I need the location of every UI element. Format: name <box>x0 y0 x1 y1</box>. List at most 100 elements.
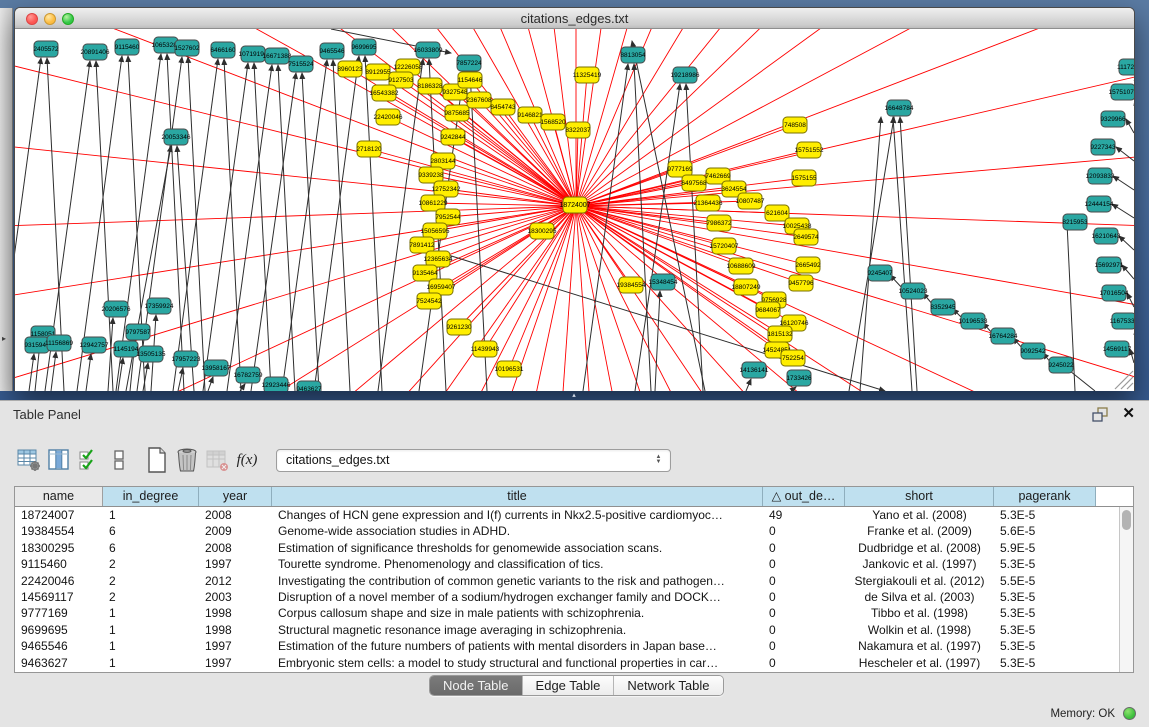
graph-node[interactable]: 8322037 <box>565 122 591 138</box>
table-cell[interactable]: Hescheler et al. (1997) <box>845 655 994 671</box>
table-cell[interactable]: 0 <box>763 540 845 556</box>
table-cell[interactable]: 5.3E-5 <box>994 507 1096 523</box>
table-cell[interactable]: 1 <box>103 605 199 621</box>
column-header-pagerank[interactable]: pagerank <box>994 487 1096 506</box>
delete-table-button[interactable] <box>172 445 202 475</box>
close-panel-icon[interactable]: ✕ <box>1122 404 1135 422</box>
float-panel-icon[interactable] <box>1092 407 1109 423</box>
row-options-button[interactable] <box>104 445 134 475</box>
graph-node[interactable]: 752254 <box>781 350 805 366</box>
graph-node[interactable]: 7515524 <box>288 56 314 72</box>
table-row[interactable]: 911546021997Tourette syndrome. Phenomeno… <box>15 556 1119 572</box>
tab-node-table[interactable]: Node Table <box>430 676 523 695</box>
graph-node[interactable]: 8912955 <box>365 64 391 80</box>
table-cell[interactable]: 1997 <box>199 638 272 654</box>
table-cell[interactable]: Jankovic et al. (1997) <box>845 556 994 572</box>
table-cell[interactable]: 1 <box>103 655 199 671</box>
network-canvas[interactable]: 2405572208914069115460106532871527602646… <box>15 29 1134 391</box>
graph-node[interactable]: 18807249 <box>732 279 761 295</box>
column-header-name[interactable]: name <box>15 487 103 506</box>
graph-node[interactable]: 16764284 <box>989 328 1018 344</box>
table-select-dropdown[interactable]: citations_edges.txt ▲▼ <box>276 449 671 472</box>
table-cell[interactable]: Nakamura et al. (1997) <box>845 638 994 654</box>
table-cell[interactable]: 0 <box>763 622 845 638</box>
table-cell[interactable]: 19384554 <box>15 523 103 539</box>
table-cell[interactable]: 5.3E-5 <box>994 556 1096 572</box>
graph-node[interactable]: 14569117 <box>1103 341 1132 357</box>
table-cell[interactable]: 5.6E-5 <box>994 523 1096 539</box>
table-row[interactable]: 946362711997Embryonic stem cells: a mode… <box>15 655 1119 671</box>
graph-node[interactable]: 2405572 <box>33 41 59 57</box>
table-cell[interactable]: 22420046 <box>15 573 103 589</box>
graph-node[interactable]: 11675334 <box>1110 313 1134 329</box>
table-cell[interactable]: Tourette syndrome. Phenomenology and cla… <box>272 556 763 572</box>
table-row[interactable]: 946554611997Estimation of the future num… <box>15 638 1119 654</box>
graph-node[interactable]: 9875685 <box>444 105 470 121</box>
table-cell[interactable]: de Silva et al. (2003) <box>845 589 994 605</box>
graph-node[interactable]: 11325419 <box>573 67 602 83</box>
graph-node[interactable]: 22420046 <box>374 109 403 125</box>
graph-node[interactable]: 11156869 <box>45 335 73 351</box>
graph-node[interactable]: 18724007 <box>559 197 590 213</box>
graph-node[interactable]: 16782759 <box>234 367 263 383</box>
graph-node[interactable]: 10196531 <box>495 361 524 377</box>
table-cell[interactable]: 0 <box>763 655 845 671</box>
graph-node[interactable]: 748508 <box>783 117 807 133</box>
create-table-button[interactable] <box>142 445 172 475</box>
table-cell[interactable]: Dudbridge et al. (2008) <box>845 540 994 556</box>
graph-node[interactable]: 20053346 <box>162 129 191 145</box>
graph-node[interactable]: 2649574 <box>793 229 819 245</box>
graph-node[interactable]: 15692971 <box>1095 257 1124 273</box>
table-cell[interactable]: 5.9E-5 <box>994 540 1096 556</box>
table-settings-button[interactable] <box>14 445 44 475</box>
graph-node[interactable]: 13505135 <box>137 346 166 362</box>
graph-node[interactable]: 9245407 <box>867 265 893 281</box>
graph-node[interactable]: 1527602 <box>174 40 200 56</box>
graph-node[interactable]: 10688609 <box>727 258 756 274</box>
graph-node[interactable]: 17957223 <box>172 351 201 367</box>
graph-node[interactable]: 1145194 <box>114 341 139 357</box>
graph-node[interactable]: 15751552 <box>795 142 824 158</box>
table-cell[interactable]: 18724007 <box>15 507 103 523</box>
table-row[interactable]: 1456911722003Disruption of a novel membe… <box>15 589 1119 605</box>
table-cell[interactable]: Estimation of significance thresholds fo… <box>272 540 763 556</box>
table-row[interactable]: 2242004622012Investigating the contribut… <box>15 573 1119 589</box>
column-header-year[interactable]: year <box>199 487 272 506</box>
graph-node[interactable]: 8215953 <box>1062 214 1088 230</box>
graph-node[interactable]: 19218986 <box>671 67 700 83</box>
graph-node[interactable]: 7524542 <box>416 293 442 309</box>
graph-node[interactable]: 17016504 <box>1100 285 1129 301</box>
graph-node[interactable]: 2665492 <box>795 257 821 273</box>
graph-node[interactable]: 2367608 <box>466 92 492 108</box>
graph-node[interactable]: 9245022 <box>1048 357 1074 373</box>
graph-node[interactable]: 6466160 <box>210 42 236 58</box>
graph-node[interactable]: 21364436 <box>694 195 723 211</box>
graph-node[interactable]: 12093832 <box>1086 168 1115 184</box>
table-cell[interactable]: 18300295 <box>15 540 103 556</box>
table-row[interactable]: 1938455462009Genome-wide association stu… <box>15 523 1119 539</box>
graph-node[interactable]: 16033809 <box>414 42 443 58</box>
column-header-out_de[interactable]: △ out_de… <box>763 487 845 506</box>
graph-node[interactable]: 9242844 <box>440 129 466 145</box>
graph-node[interactable]: 6497568 <box>681 175 707 191</box>
graph-node[interactable]: 10807487 <box>736 193 765 209</box>
table-cell[interactable]: Estimation of the future numbers of pati… <box>272 638 763 654</box>
graph-node[interactable]: 9146821 <box>517 107 543 123</box>
graph-node[interactable]: 9699695 <box>351 39 377 55</box>
scrollbar-thumb[interactable] <box>1122 510 1131 530</box>
table-cell[interactable]: 2009 <box>199 523 272 539</box>
graph-node[interactable]: 20891406 <box>81 44 110 60</box>
panel-splitter-handle[interactable]: ▴ <box>568 392 580 399</box>
table-row[interactable]: 1830029562008Estimation of significance … <box>15 540 1119 556</box>
table-cell[interactable]: 6 <box>103 540 199 556</box>
collapsed-control-panel[interactable]: ▸ <box>0 8 13 391</box>
column-header-short[interactable]: short <box>845 487 994 506</box>
graph-node[interactable]: 12444154 <box>1085 196 1114 212</box>
graph-node[interactable]: 20206576 <box>102 301 131 317</box>
graph-node[interactable]: 13958167 <box>202 360 231 376</box>
table-cell[interactable]: 6 <box>103 523 199 539</box>
table-cell[interactable]: 2003 <box>199 589 272 605</box>
table-vertical-scrollbar[interactable] <box>1119 507 1133 672</box>
graph-node[interactable]: 15720407 <box>710 238 739 254</box>
table-cell[interactable]: 0 <box>763 573 845 589</box>
